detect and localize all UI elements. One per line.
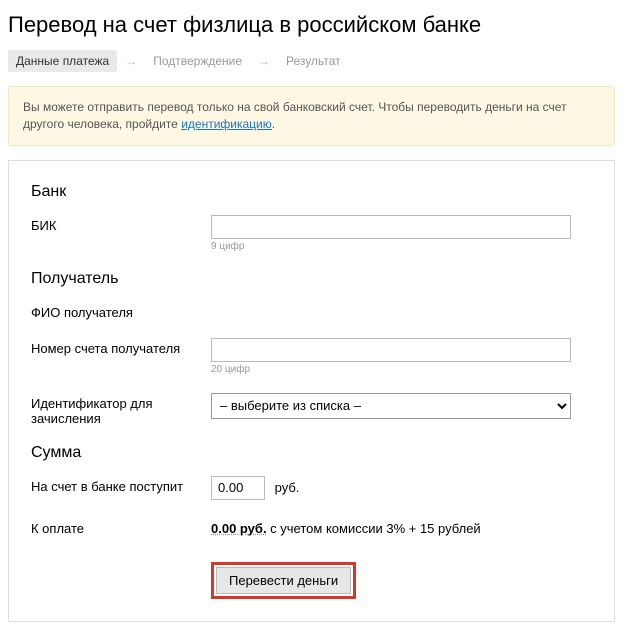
- form-panel: Банк БИК 9 цифр Получатель ФИО получател…: [8, 160, 615, 622]
- account-hint: 20 цифр: [211, 364, 592, 375]
- page-title: Перевод на счет физлица в российском бан…: [8, 12, 615, 38]
- topay-value: 0.00 руб. с учетом комиссии 3% + 15 рубл…: [211, 521, 481, 536]
- breadcrumb-step-1[interactable]: Данные платежа: [8, 50, 117, 72]
- section-recipient-heading: Получатель: [31, 270, 592, 288]
- amount-unit: руб.: [275, 480, 300, 495]
- breadcrumb: Данные платежа → Подтверждение → Результ…: [8, 50, 615, 72]
- topay-suffix: с учетом комиссии 3% + 15 рублей: [267, 521, 481, 536]
- topay-amount: 0.00 руб.: [211, 521, 267, 536]
- section-amount-heading: Сумма: [31, 444, 592, 462]
- notice-banner: Вы можете отправить перевод только на св…: [8, 86, 615, 146]
- account-input[interactable]: [211, 338, 571, 362]
- fio-label: ФИО получателя: [31, 302, 211, 320]
- breadcrumb-step-3: Результат: [278, 50, 349, 72]
- submit-highlight: Перевести деньги: [211, 562, 356, 599]
- notice-text-before: Вы можете отправить перевод только на св…: [23, 100, 567, 131]
- identification-link[interactable]: идентификацию: [181, 117, 272, 131]
- notice-text-after: .: [272, 117, 275, 131]
- submit-button[interactable]: Перевести деньги: [216, 567, 351, 594]
- account-label: Номер счета получателя: [31, 338, 211, 356]
- bik-input[interactable]: [211, 215, 571, 239]
- arrow-right-icon: →: [125, 54, 137, 68]
- bik-label: БИК: [31, 215, 211, 233]
- arrow-right-icon: →: [258, 54, 270, 68]
- amount-input[interactable]: [211, 476, 265, 500]
- amount-label: На счет в банке поступит: [31, 476, 211, 494]
- bik-hint: 9 цифр: [211, 241, 592, 252]
- topay-label: К оплате: [31, 518, 211, 536]
- identifier-label: Идентификатор для зачисления: [31, 393, 211, 426]
- breadcrumb-step-2: Подтверждение: [145, 50, 250, 72]
- identifier-select[interactable]: – выберите из списка –: [211, 393, 571, 419]
- section-bank-heading: Банк: [31, 183, 592, 201]
